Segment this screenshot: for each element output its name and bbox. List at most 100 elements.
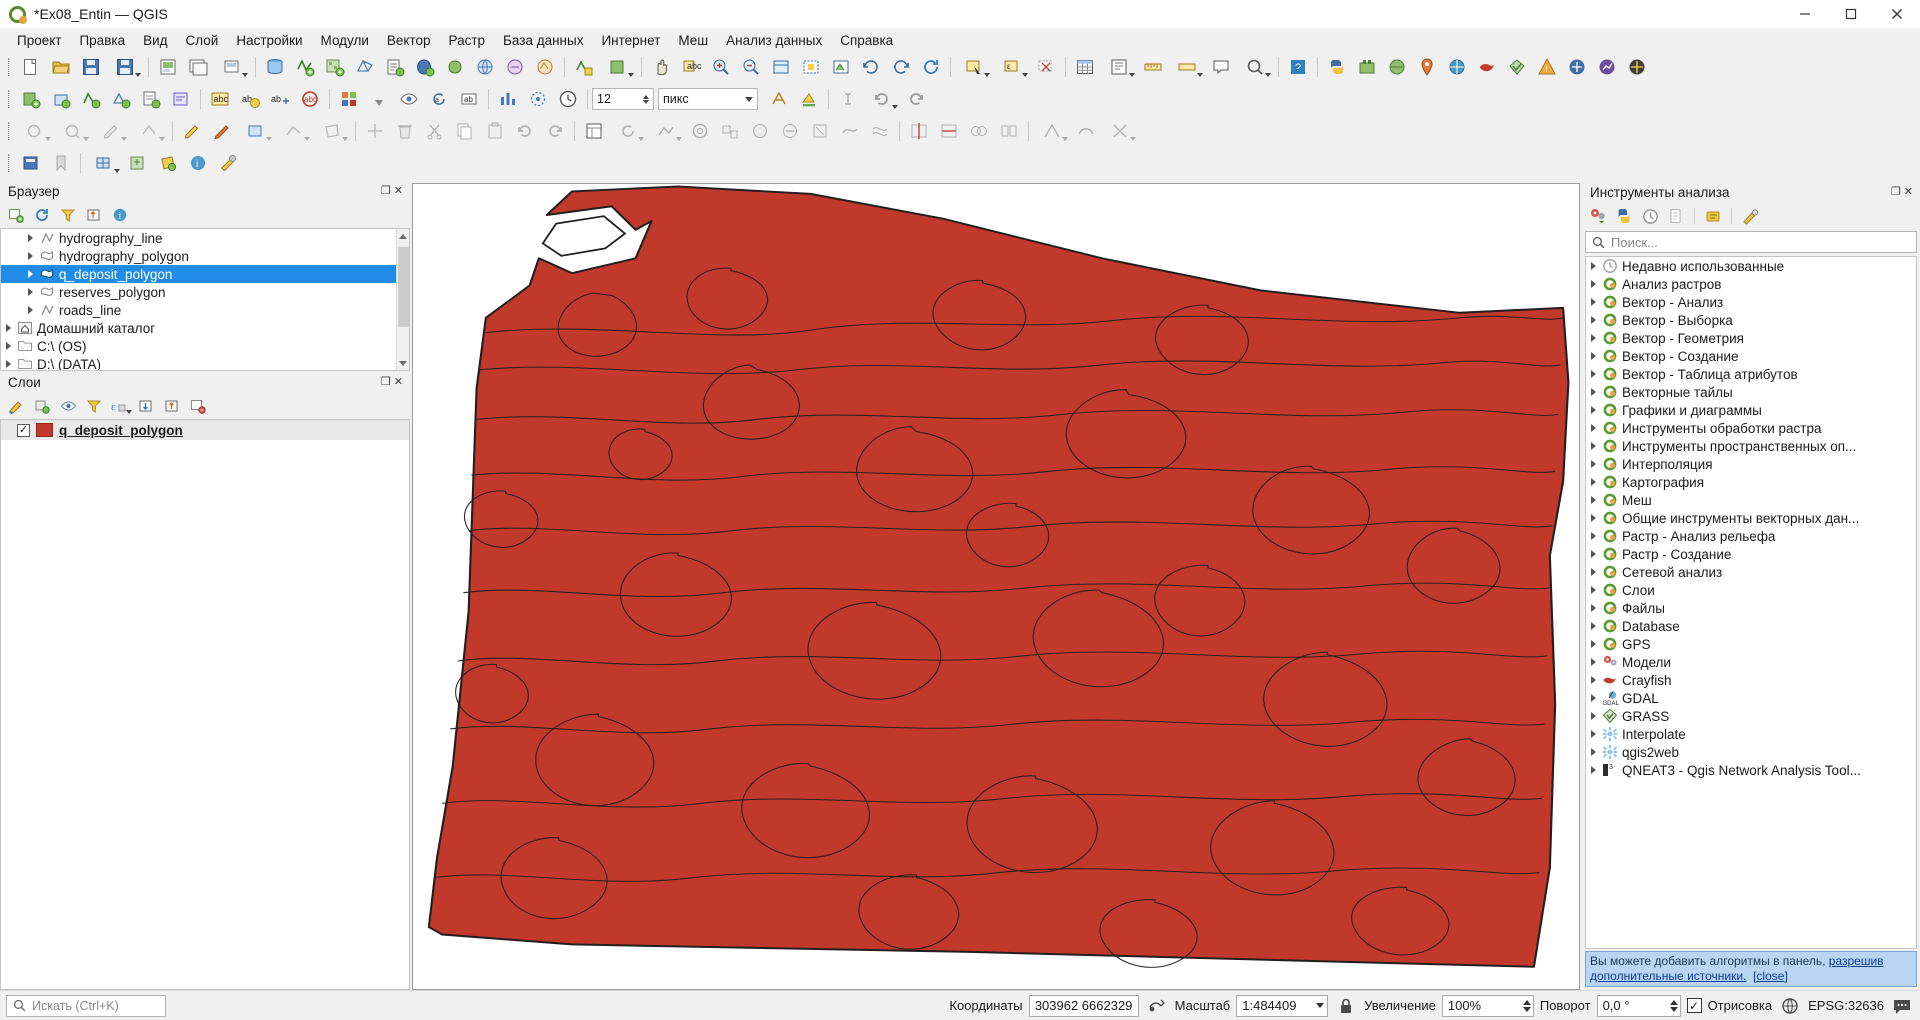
add-vector-layer-button[interactable] [290,53,320,81]
toolbar-grip[interactable] [5,56,13,78]
paste-features-button[interactable] [480,117,510,145]
scroll-up-icon[interactable] [397,229,409,243]
pin-labels-button[interactable] [364,85,394,113]
list-item[interactable]: ✓ q_deposit_polygon [1,420,409,440]
expand-arrow-icon[interactable] [1586,676,1600,684]
browser-undock-icon[interactable]: ❐ [381,186,391,197]
open-project-button[interactable] [46,53,76,81]
map-tips-button[interactable] [1206,53,1236,81]
toolbox-tree-item[interactable]: 3 QNEAT3 - Qgis Network Analysis Tool... [1586,761,1916,779]
add-mesh-layer-button[interactable] [350,53,380,81]
expand-arrow-icon[interactable] [1586,694,1600,702]
toolbox-tree-item[interactable]: Файлы [1586,599,1916,617]
offset-curve-button[interactable] [865,117,895,145]
diagram-properties-button[interactable] [493,85,523,113]
layer-name-label[interactable]: q_deposit_polygon [59,423,183,438]
select-by-expression-button[interactable]: ε [993,53,1031,81]
expand-arrow-icon[interactable] [1586,514,1600,522]
menu-analiz-dannyh[interactable]: Анализ данных [717,31,831,50]
expand-arrow-icon[interactable] [23,306,37,314]
toolbox-tree-item[interactable]: Анализ растров [1586,275,1916,293]
measure-button[interactable] [1138,53,1168,81]
toolbox-tree-item[interactable]: Интерполяция [1586,455,1916,473]
add-delimited-text-button[interactable] [380,53,410,81]
snapping-options-button[interactable] [1101,117,1139,145]
osm-place-search-button[interactable] [1382,53,1412,81]
toolbox-tree-item[interactable]: GDAL GDAL [1586,689,1916,707]
results-viewer-icon[interactable] [1664,205,1688,227]
expand-arrow-icon[interactable] [1586,748,1600,756]
map-canvas[interactable] [412,183,1580,990]
toolbox-tree-item[interactable]: Вектор - Таблица атрибутов [1586,365,1916,383]
toolbox-tree-item[interactable]: Database [1586,617,1916,635]
toggle-editing-button[interactable] [92,117,130,145]
scroll-down-icon[interactable] [397,356,409,370]
minimize-button[interactable] [1782,0,1828,29]
qgis2web-button[interactable] [1442,53,1472,81]
field-calculator-button[interactable] [1100,53,1138,81]
expand-arrow-icon[interactable] [1586,424,1600,432]
layer-labeling-button[interactable]: abc [205,85,235,113]
expand-arrow-icon[interactable] [1586,496,1600,504]
split-features-button[interactable] [904,117,934,145]
expand-arrow-icon[interactable] [1586,460,1600,468]
add-part-button[interactable] [715,117,745,145]
processing-options-button[interactable] [213,149,243,177]
toolbox-tree-item[interactable]: Crayfish [1586,671,1916,689]
merge-attributes-button[interactable] [994,117,1024,145]
plugin-manager-button[interactable] [1352,53,1382,81]
history-icon[interactable] [1638,205,1662,227]
add-label-button[interactable]: ab [235,85,265,113]
expand-arrow-icon[interactable] [1586,370,1600,378]
expand-arrow-icon[interactable] [1586,442,1600,450]
crs-globe-icon[interactable] [1778,995,1802,1017]
menu-mesh[interactable]: Меш [669,31,717,50]
toolbox-tree-item[interactable]: Инструменты обработки растра [1586,419,1916,437]
expand-arrow-icon[interactable] [1,342,15,350]
toolbox-tree-item[interactable]: Растр - Анализ рельефа [1586,527,1916,545]
raster-calculator-button[interactable] [123,149,153,177]
toolbox-tree[interactable]: Недавно использованные Анализ растров Вект… [1585,256,1917,949]
delete-selected-button[interactable] [390,117,420,145]
magnifier-spinbox[interactable]: 100% [1441,994,1534,1017]
python-console-icon[interactable] [1612,205,1636,227]
statistics-button[interactable] [1592,53,1622,81]
filter-legend-icon[interactable] [82,395,106,417]
rotate-label-button[interactable]: a [424,85,454,113]
redo-button[interactable] [540,117,570,145]
expand-arrow-icon[interactable] [1586,334,1600,342]
expand-arrow-icon[interactable] [23,234,37,242]
crs-value[interactable]: EPSG:32636 [1808,998,1884,1013]
browser-tree-item[interactable]: C:\ (OS) [1,337,409,355]
maximize-button[interactable] [1828,0,1874,29]
filter-icon[interactable] [56,204,80,226]
add-spatialite-layer-button[interactable] [440,53,470,81]
cut-features-button[interactable] [420,117,450,145]
help-button[interactable]: ? [1283,53,1313,81]
toolbox-tree-item[interactable]: Общие инструменты векторных дан... [1586,509,1916,527]
qneat3-button[interactable] [1562,53,1592,81]
add-raster-layer-button[interactable] [320,53,350,81]
pan-map-button[interactable] [646,53,676,81]
open-layer-styling-icon[interactable] [4,395,28,417]
toolbox-tree-item[interactable]: Сетевой анализ [1586,563,1916,581]
delete-ring-button[interactable] [775,117,805,145]
menu-spravka[interactable]: Справка [831,31,902,50]
grass-button[interactable] [1502,53,1532,81]
identify-features-button[interactable]: abc [676,53,706,81]
digitize-with-segment-button[interactable] [177,117,207,145]
advanced-digitizing-button[interactable] [1033,117,1071,145]
toolbox-tree-item[interactable]: Вектор - Создание [1586,347,1916,365]
undo-label-button[interactable] [863,85,901,113]
menu-internet[interactable]: Интернет [592,31,669,50]
toolbox-tree-item[interactable]: Вектор - Анализ [1586,293,1916,311]
expand-arrow-icon[interactable] [1586,388,1600,396]
expand-arrow-icon[interactable] [1586,604,1600,612]
browser-tree-item[interactable]: hydrography_polygon [1,247,409,265]
zoom-next-button[interactable] [886,53,916,81]
geocoding-button[interactable] [1412,53,1442,81]
properties-icon[interactable]: i [108,204,132,226]
browser-tree[interactable]: hydrography_line hydrography_polygon q_dep… [0,228,410,371]
expand-arrow-icon[interactable] [1586,622,1600,630]
edit-model-icon[interactable] [1701,205,1725,227]
